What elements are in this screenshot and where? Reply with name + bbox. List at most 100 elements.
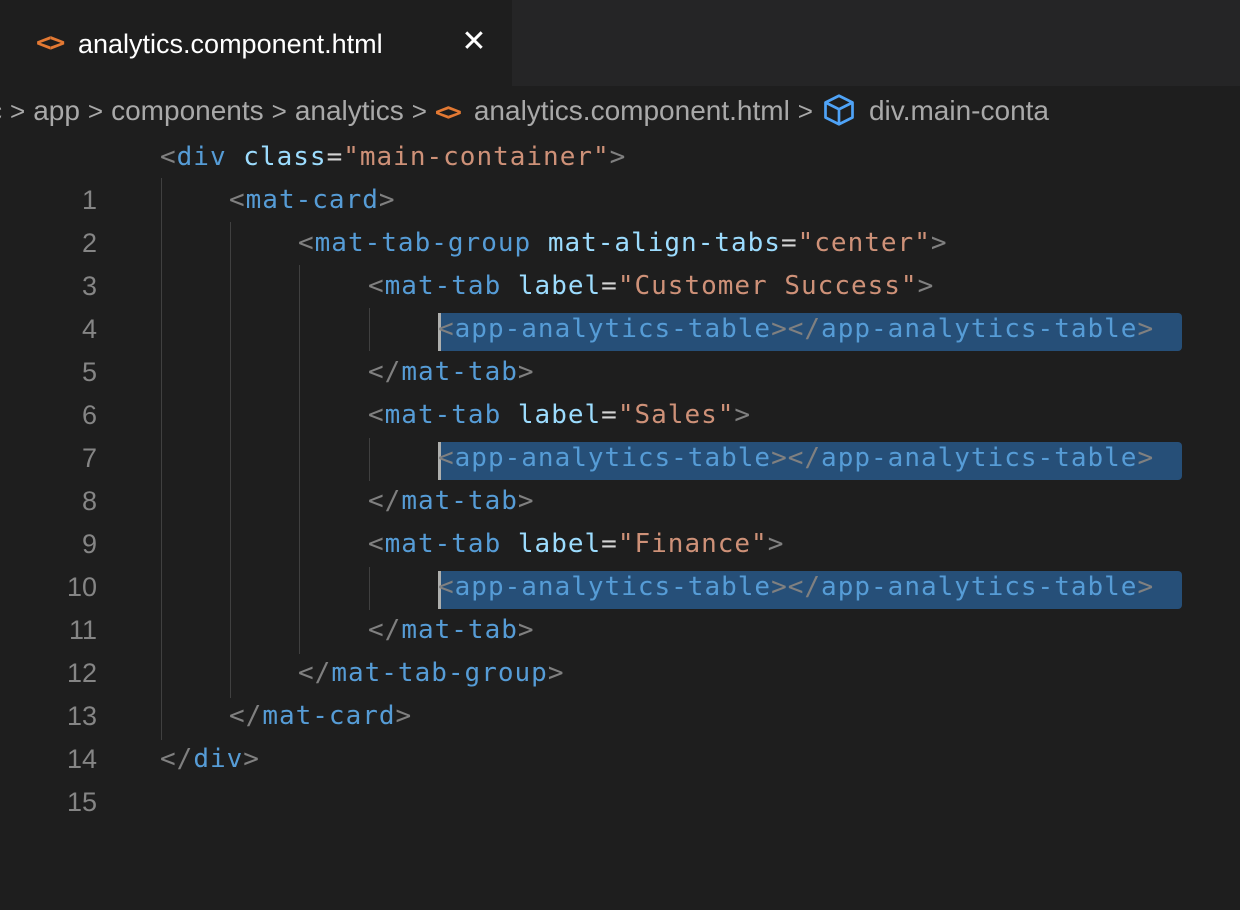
- token-tag: app-analytics-table: [454, 314, 772, 344]
- code-text: <app-analytics-table></app-analytics-tab…: [438, 437, 1154, 480]
- token-punct: <: [298, 228, 315, 258]
- token-punct: ></: [771, 314, 822, 344]
- code-line[interactable]: 1 <div class="main-container">: [0, 136, 1240, 215]
- token-punct: >: [1137, 314, 1155, 344]
- token-punct: >: [517, 486, 535, 516]
- code-line[interactable]: 13 </mat-tab-group>: [0, 652, 1240, 731]
- tab-title: analytics.component.html: [78, 29, 383, 59]
- code-line[interactable]: 6 </mat-tab>: [0, 351, 1240, 430]
- breadcrumb-item-analytics[interactable]: analytics: [295, 95, 404, 126]
- token-tag: mat-card: [245, 185, 379, 215]
- token-tag: mat-tab: [401, 486, 518, 516]
- code-text: </mat-tab>: [368, 480, 535, 523]
- breadcrumb-item-components[interactable]: components: [111, 95, 264, 126]
- token-punct: >: [917, 271, 935, 301]
- token-eq: =: [326, 142, 344, 172]
- tab-analytics-component-html[interactable]: <> analytics.component.html ✕: [0, 0, 512, 86]
- breadcrumb-item-app[interactable]: app: [33, 95, 80, 126]
- chevron-right-icon: >: [797, 96, 813, 126]
- html-file-icon: <>: [434, 98, 462, 126]
- cube-icon: [824, 94, 854, 126]
- token-punct: </: [368, 357, 402, 387]
- token-punct: >: [767, 529, 785, 559]
- token-punct: >: [1137, 572, 1155, 602]
- chevron-right-icon: >: [411, 96, 427, 126]
- editor-tab-bar: <> analytics.component.html ✕: [0, 0, 1240, 86]
- token-tag: app-analytics-table: [454, 572, 772, 602]
- code-line[interactable]: 7 <mat-tab label="Sales">: [0, 394, 1240, 473]
- token-punct: <: [368, 400, 385, 430]
- token-punct: <: [160, 142, 177, 172]
- token-tag: mat-tab-group: [331, 658, 548, 688]
- code-line[interactable]: 3 <mat-tab-group mat-align-tabs="center"…: [0, 222, 1240, 301]
- code-line[interactable]: 15 </div>: [0, 738, 1240, 817]
- code-text: <mat-tab label="Finance">: [368, 523, 784, 566]
- code-text: <div class="main-container">: [160, 136, 626, 179]
- token-tag: app-analytics-table: [454, 443, 772, 473]
- token-eq: =: [601, 400, 618, 430]
- line-number: 15: [66, 787, 97, 817]
- token-tag: mat-tab-group: [314, 228, 532, 258]
- token-tag: app-analytics-table: [821, 314, 1138, 344]
- token-eq: =: [601, 271, 618, 301]
- chevron-right-icon: >: [271, 96, 287, 126]
- close-icon[interactable]: ✕: [460, 26, 488, 58]
- code-editor[interactable]: 1 <div class="main-container"> 2 <mat-ca…: [0, 136, 1240, 817]
- token-attr: label: [517, 529, 602, 559]
- token-eq: =: [601, 529, 618, 559]
- token-punct: >: [517, 357, 535, 387]
- token-punct: <: [438, 572, 455, 602]
- token-punct: <: [229, 185, 246, 215]
- code-line[interactable]: 10 <mat-tab label="Finance">: [0, 523, 1240, 602]
- token-string: "Finance": [617, 529, 768, 559]
- token-punct: ></: [771, 572, 822, 602]
- breadcrumb-item-file[interactable]: analytics.component.html: [474, 95, 790, 126]
- token-punct: <: [438, 443, 455, 473]
- token-tag: mat-tab: [384, 271, 502, 301]
- code-text: <mat-tab label="Sales">: [368, 394, 751, 437]
- code-text: <mat-card>: [229, 179, 396, 222]
- token-attr: label: [517, 271, 602, 301]
- token-punct: <: [368, 271, 385, 301]
- token-tag: div: [193, 744, 244, 774]
- token-punct: </: [368, 486, 402, 516]
- code-line[interactable]: 11 <app-analytics-table></app-analytics-…: [0, 566, 1240, 645]
- token-punct: </: [298, 658, 332, 688]
- token-punct: </: [368, 615, 402, 645]
- breadcrumb-item-src[interactable]: c: [0, 95, 2, 126]
- breadcrumb: c>app>components>analytics><>analytics.c…: [0, 86, 1240, 136]
- code-line[interactable]: 2 <mat-card>: [0, 179, 1240, 258]
- code-line[interactable]: 8 <app-analytics-table></app-analytics-t…: [0, 437, 1240, 516]
- token-punct: >: [1137, 443, 1155, 473]
- token-punct: >: [547, 658, 565, 688]
- code-line[interactable]: 9 </mat-tab>: [0, 480, 1240, 559]
- breadcrumb-item-symbol[interactable]: div.main-conta: [869, 95, 1049, 126]
- token-eq: =: [780, 228, 798, 258]
- chevron-right-icon: >: [87, 96, 104, 126]
- token-punct: </: [229, 701, 263, 731]
- token-punct: >: [378, 185, 396, 215]
- code-text: <mat-tab label="Customer Success">: [368, 265, 934, 308]
- token-string: "center": [797, 228, 931, 258]
- token-punct: <: [438, 314, 455, 344]
- token-punct: >: [609, 142, 627, 172]
- token-tag: app-analytics-table: [821, 572, 1138, 602]
- code-line[interactable]: 12 </mat-tab>: [0, 609, 1240, 688]
- code-text: <app-analytics-table></app-analytics-tab…: [438, 566, 1154, 609]
- token-string: "main-container": [343, 142, 610, 172]
- token-punct: >: [243, 744, 260, 774]
- code-text: <mat-tab-group mat-align-tabs="center">: [298, 222, 948, 265]
- token-tag: mat-card: [262, 701, 396, 731]
- token-punct: >: [930, 228, 948, 258]
- token-punct: ></: [771, 443, 822, 473]
- chevron-right-icon: >: [10, 96, 26, 126]
- token-string: "Sales": [617, 400, 735, 430]
- code-text: </mat-card>: [229, 695, 412, 738]
- token-string: "Customer Success": [617, 271, 918, 301]
- token-attr: class: [243, 142, 327, 172]
- token-tag: mat-tab: [401, 615, 518, 645]
- code-line[interactable]: 14 </mat-card>: [0, 695, 1240, 774]
- code-line[interactable]: 4 <mat-tab label="Customer Success">: [0, 265, 1240, 344]
- code-line[interactable]: 5 <app-analytics-table></app-analytics-t…: [0, 308, 1240, 387]
- token-punct: >: [517, 615, 535, 645]
